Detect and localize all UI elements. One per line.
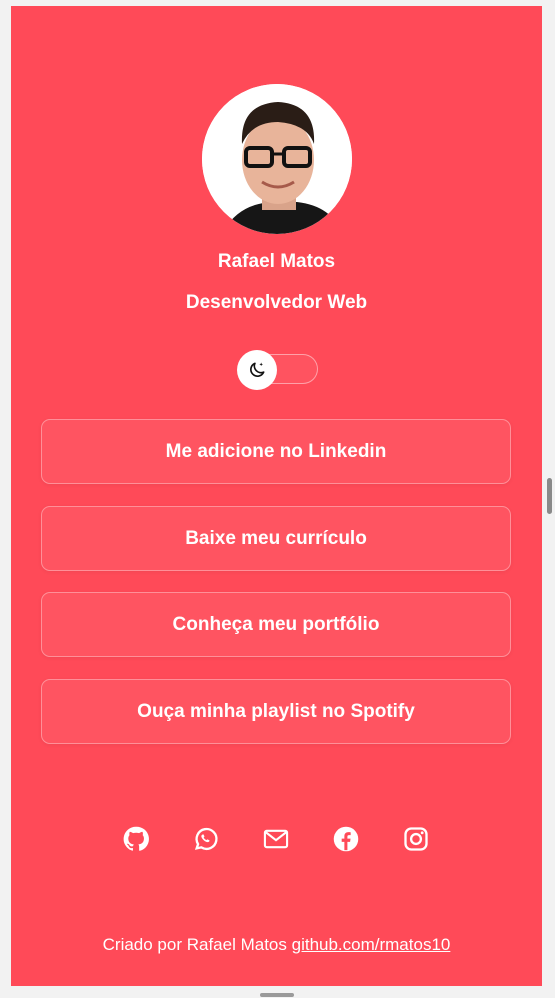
- avatar: [202, 84, 352, 234]
- profile-name: Rafael Matos: [217, 251, 336, 272]
- spotify-button[interactable]: Ouça minha playlist no Spotify: [41, 679, 511, 744]
- theme-toggle[interactable]: [237, 350, 318, 390]
- footer-github-link[interactable]: github.com/rmatos10: [292, 935, 451, 954]
- instagram-icon: [404, 827, 428, 851]
- whatsapp-icon: [194, 827, 218, 851]
- linkedin-button[interactable]: Me adicione no Linkedin: [41, 419, 511, 484]
- instagram-link[interactable]: [401, 824, 431, 854]
- facebook-link[interactable]: [331, 824, 361, 854]
- toggle-knob[interactable]: [237, 350, 277, 390]
- bottom-handle: [260, 993, 294, 997]
- page-container: Rafael Matos Desenvolvedor Web Me adicio…: [11, 6, 542, 986]
- resume-button[interactable]: Baixe meu currículo: [41, 506, 511, 571]
- portfolio-button[interactable]: Conheça meu portfólio: [41, 592, 511, 657]
- github-link[interactable]: [121, 824, 151, 854]
- profile-role: Desenvolvedor Web: [185, 292, 368, 313]
- scrollbar[interactable]: [547, 478, 552, 514]
- whatsapp-link[interactable]: [191, 824, 221, 854]
- github-icon: [123, 826, 149, 851]
- moon-icon: [250, 362, 265, 377]
- mail-link[interactable]: [261, 824, 291, 854]
- footer-text: Criado por Rafael Matos: [102, 935, 292, 954]
- mail-icon: [263, 829, 289, 849]
- profile-photo: [202, 84, 352, 234]
- footer: Criado por Rafael Matos github.com/rmato…: [11, 935, 542, 955]
- social-links: [121, 824, 433, 856]
- facebook-icon: [333, 826, 359, 852]
